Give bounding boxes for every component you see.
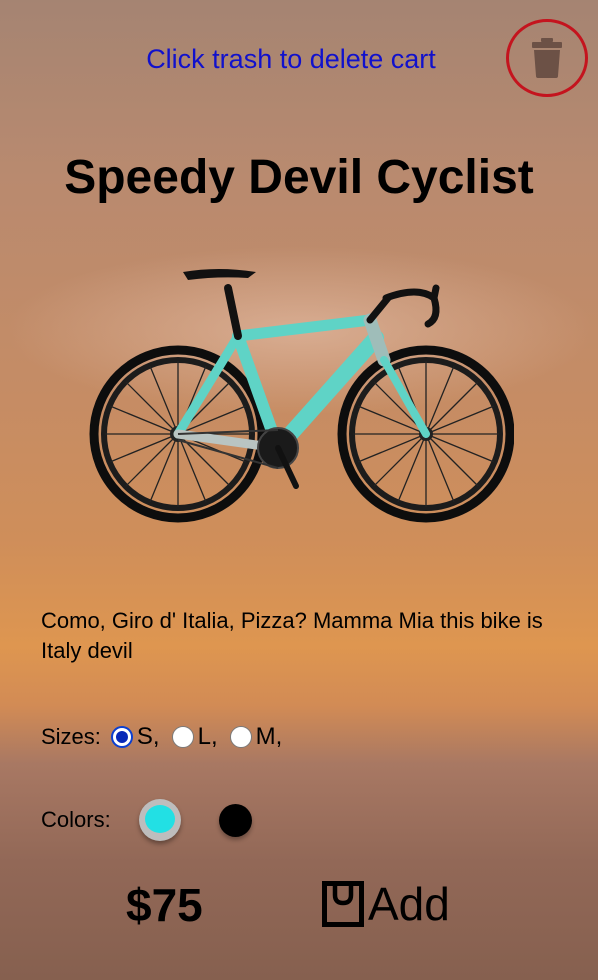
- size-selector: Sizes: S, L, M,: [41, 720, 294, 754]
- size-radio-m[interactable]: [229, 726, 252, 748]
- colors-label: Colors:: [41, 807, 111, 832]
- size-radio-s[interactable]: [110, 726, 133, 748]
- delete-cart-hint: Click trash to delete cart: [146, 44, 436, 74]
- shopping-bag-icon: [322, 881, 364, 927]
- color-selector: Colors:: [41, 800, 111, 840]
- size-label-m: M,: [255, 723, 283, 750]
- color-swatch-cyan[interactable]: [139, 799, 181, 841]
- saddle: [183, 269, 256, 280]
- add-to-cart-button[interactable]: Add: [322, 877, 450, 931]
- trash-icon: [532, 38, 562, 78]
- bicycle-image: [89, 269, 514, 523]
- size-label-l: L,: [197, 723, 218, 750]
- color-swatch-black[interactable]: [219, 804, 252, 837]
- delete-cart-button[interactable]: [506, 19, 588, 97]
- add-to-cart-label: Add: [368, 878, 450, 930]
- bike-frame: [173, 284, 430, 456]
- product-description: Como, Giro d' Italia, Pizza? Mamma Mia t…: [41, 608, 543, 663]
- product-price: $75: [126, 879, 203, 931]
- product-title: Speedy Devil Cyclist: [64, 151, 534, 204]
- sizes-label: Sizes:: [41, 724, 101, 749]
- color-swatch-cyan-fill: [145, 805, 175, 833]
- handlebar: [366, 284, 440, 328]
- size-radio-l[interactable]: [171, 726, 194, 748]
- size-label-s: S,: [136, 723, 160, 750]
